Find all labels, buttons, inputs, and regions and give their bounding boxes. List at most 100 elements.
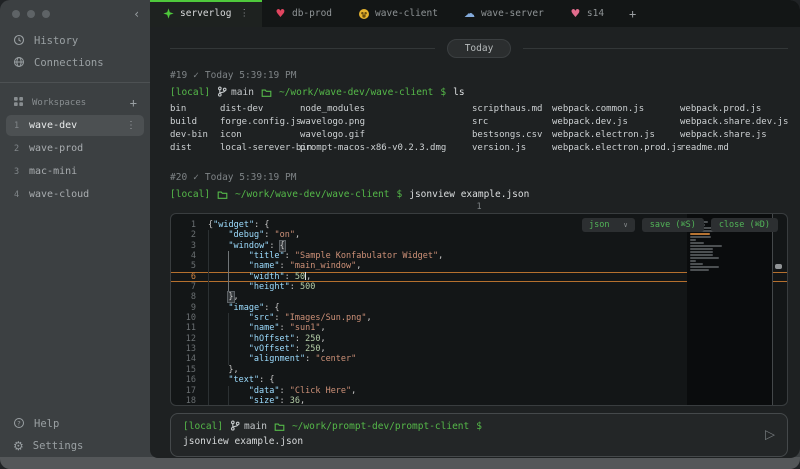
indent-guide bbox=[208, 272, 228, 282]
code-token: "Sample Konfabulator Widget" bbox=[295, 251, 438, 261]
workspace-label: wave-dev bbox=[29, 120, 77, 131]
workspace-label: wave-cloud bbox=[29, 189, 89, 200]
command-meta: #19✓Today 5:39:19 PM bbox=[170, 70, 788, 81]
indent-guide bbox=[208, 261, 228, 271]
cloud-icon: ☁ bbox=[464, 8, 475, 19]
tab-bar: serverlog⋮♥db-prodwave-client☁wave-serve… bbox=[150, 0, 800, 27]
sidebar-collapse-icon[interactable]: ‹ bbox=[134, 7, 139, 21]
code-token: , bbox=[367, 313, 372, 323]
close-button[interactable] bbox=[12, 10, 20, 18]
command-number: #20 bbox=[170, 172, 187, 183]
sidebar-item-settings[interactable]: ⚙Settings bbox=[0, 435, 150, 457]
file-name: wavelogo.gif bbox=[300, 129, 472, 142]
code-token: "on" bbox=[274, 230, 294, 240]
tab-wave-server[interactable]: ☁wave-server bbox=[451, 0, 557, 27]
workspaces-list: 1wave-dev⋮2wave-prod3mac-mini4wave-cloud bbox=[0, 113, 150, 207]
today-pill: Today bbox=[447, 39, 512, 58]
tab-wave-client[interactable]: wave-client bbox=[345, 0, 451, 27]
indent-guide bbox=[228, 282, 248, 292]
page-indicator: 1 bbox=[170, 203, 788, 211]
code-token: 50 bbox=[295, 272, 305, 282]
tab-menu-icon[interactable]: ⋮ bbox=[239, 8, 249, 19]
git-branch-icon bbox=[217, 86, 227, 100]
date-separator: Today bbox=[170, 39, 788, 57]
close-button[interactable]: close (⌘D) bbox=[711, 218, 778, 232]
indent-guide bbox=[228, 272, 248, 282]
code-token: "image" bbox=[228, 303, 264, 313]
save-button[interactable]: save (⌘S) bbox=[642, 218, 704, 232]
code-token: "sun1" bbox=[290, 323, 321, 333]
prompt-line: [local]~/work/wave-dev/wave-client$jsonv… bbox=[170, 189, 788, 200]
prompt-command: jsonview example.json bbox=[409, 189, 529, 200]
line-number: 14 bbox=[176, 354, 196, 364]
history-icon bbox=[13, 34, 25, 49]
code-token: : bbox=[290, 282, 300, 292]
tab-s14[interactable]: ♥s14 bbox=[557, 0, 617, 27]
mode-select[interactable]: json ∨ bbox=[582, 218, 635, 232]
workspace-item-wave-cloud[interactable]: 4wave-cloud bbox=[6, 184, 144, 205]
json-editor[interactable]: 1{"widget": {2"debug": "on",3"window": {… bbox=[170, 213, 788, 406]
help-icon: ? bbox=[13, 417, 25, 432]
line-number: 17 bbox=[176, 386, 196, 396]
sidebar-item-help[interactable]: ?Help bbox=[0, 413, 150, 435]
tab-db-prod[interactable]: ♥db-prod bbox=[262, 0, 345, 27]
kebab-menu-icon[interactable]: ⋮ bbox=[126, 120, 136, 131]
editor-minimap[interactable] bbox=[687, 214, 773, 405]
send-icon[interactable]: ▷ bbox=[765, 428, 775, 443]
mode-select-value: json bbox=[589, 220, 609, 230]
code-token: , bbox=[320, 344, 325, 354]
command-input-text[interactable]: jsonview example.json bbox=[183, 436, 757, 447]
minimap-line bbox=[690, 242, 704, 244]
code-token: , bbox=[300, 396, 305, 406]
code-token: "window" bbox=[228, 241, 269, 251]
line-number: 11 bbox=[176, 323, 196, 333]
file-name: webpack.prod.js bbox=[680, 103, 788, 116]
editor-toolbar: json ∨ save (⌘S) close (⌘D) bbox=[582, 218, 778, 232]
minimap-line bbox=[690, 269, 709, 271]
code-token: "height" bbox=[249, 282, 290, 292]
sidebar-nav: HistoryConnections bbox=[0, 30, 150, 74]
code-token: "alignment" bbox=[249, 354, 305, 364]
code-token: 250 bbox=[305, 344, 320, 354]
code-token: "center" bbox=[315, 354, 356, 364]
workspace-item-wave-dev[interactable]: 1wave-dev⋮ bbox=[6, 115, 144, 136]
code-token: "width" bbox=[249, 272, 285, 282]
line-number: 10 bbox=[176, 313, 196, 323]
workspaces-header: Workspaces + bbox=[0, 93, 150, 113]
code-token: : { bbox=[264, 303, 279, 313]
file-name: bestsongs.csv bbox=[472, 129, 552, 142]
workspace-item-wave-prod[interactable]: 2wave-prod bbox=[6, 138, 144, 159]
line-number: 2 bbox=[176, 230, 196, 240]
workspace-index: 2 bbox=[14, 144, 21, 154]
indent-guide bbox=[208, 334, 228, 344]
tab-serverlog[interactable]: serverlog⋮ bbox=[150, 0, 262, 27]
line-number: 12 bbox=[176, 334, 196, 344]
code-token: : { bbox=[254, 220, 269, 230]
editor-scrollbar-handle[interactable] bbox=[775, 264, 782, 269]
indent-guide bbox=[228, 261, 248, 271]
new-tab-button[interactable]: + bbox=[617, 0, 648, 27]
indent-guide bbox=[208, 386, 228, 396]
code-token: : bbox=[274, 313, 284, 323]
sidebar-item-history[interactable]: History bbox=[0, 30, 150, 52]
code-token: : bbox=[295, 344, 305, 354]
prompt-dollar: $ bbox=[396, 189, 402, 200]
add-workspace-button[interactable]: + bbox=[130, 96, 137, 110]
code-token: : bbox=[280, 261, 290, 271]
file-name: scripthaus.md bbox=[472, 103, 552, 116]
indent-guide bbox=[228, 344, 248, 354]
prompt-line: [local]main~/work/wave-dev/wave-client$l… bbox=[170, 87, 788, 98]
indent-guide bbox=[228, 354, 248, 364]
maximize-button[interactable] bbox=[42, 10, 50, 18]
file-name: dev-bin bbox=[170, 129, 220, 142]
sidebar-item-connections[interactable]: Connections bbox=[0, 52, 150, 74]
workspace-item-mac-mini[interactable]: 3mac-mini bbox=[6, 161, 144, 182]
git-branch-icon bbox=[230, 420, 240, 434]
minimap-line bbox=[690, 239, 696, 241]
line-number: 15 bbox=[176, 365, 196, 375]
minimap-line bbox=[690, 248, 713, 250]
minimap-line bbox=[690, 254, 713, 256]
sidebar: ‹ HistoryConnections Workspaces + 1wave-… bbox=[0, 0, 150, 469]
command-input[interactable]: [local]main~/work/prompt-dev/prompt-clie… bbox=[170, 413, 788, 457]
minimize-button[interactable] bbox=[27, 10, 35, 18]
